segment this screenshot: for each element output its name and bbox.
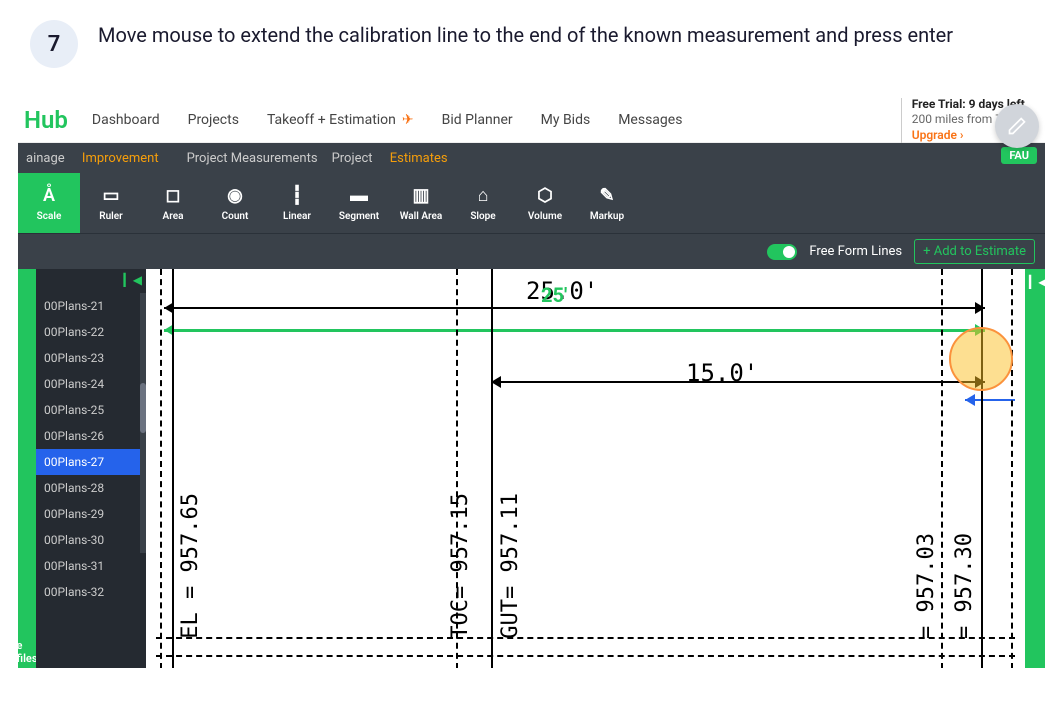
nav-bidplanner[interactable]: Bid Planner [428, 112, 527, 128]
plan-item[interactable]: 00Plans-29 [36, 501, 146, 527]
area-icon: ◻ [166, 185, 181, 207]
plan-item[interactable]: 00Plans-21 [36, 293, 146, 319]
top-nav: Hub Dashboard Projects Takeoff + Estimat… [18, 98, 1045, 143]
volume-icon: ⬡ [537, 185, 553, 207]
plan-item[interactable]: 00Plans-23 [36, 345, 146, 371]
app-screenshot: Hub Dashboard Projects Takeoff + Estimat… [18, 98, 1045, 668]
tool-linear[interactable]: ┇Linear [266, 173, 328, 233]
calibration-line[interactable] [164, 329, 985, 332]
nav-mybids[interactable]: My Bids [527, 112, 605, 128]
tool-segment[interactable]: ▬Segment [328, 173, 390, 233]
tool-markup[interactable]: ✎Markup [576, 173, 638, 233]
vline-0 [160, 269, 162, 668]
plan-item[interactable]: 00Plans-28 [36, 475, 146, 501]
label-toc: TOC= 957.15 [448, 493, 473, 639]
plan-item[interactable]: 00Plans-31 [36, 553, 146, 579]
freeform-toggle[interactable] [767, 244, 797, 260]
tool-volume[interactable]: ⬡Volume [514, 173, 576, 233]
subnav-estimates[interactable]: Project Estimates [332, 151, 462, 166]
action-bar: Free Form Lines + Add to Estimate [18, 233, 1045, 269]
vline-6 [1011, 269, 1013, 668]
calibration-value: 25' [541, 283, 567, 307]
nav-takeoff[interactable]: Takeoff + Estimation✈ [253, 112, 428, 128]
sidebar-collapse-icon[interactable]: ▎◀ [124, 273, 142, 287]
tool-wallarea[interactable]: ▥Wall Area [390, 173, 452, 233]
markup-icon: ✎ [599, 185, 614, 207]
dash-bottom-1 [156, 655, 1015, 657]
label-right-2: = 957.30 [952, 533, 977, 639]
nav-messages[interactable]: Messages [604, 112, 696, 128]
right-green-edge[interactable]: ▎◀ [1025, 269, 1045, 668]
edit-annotation-button[interactable] [995, 104, 1039, 148]
tool-area[interactable]: ◻Area [142, 173, 204, 233]
sub-nav: ainage Improvement Project Measurements … [18, 143, 1045, 173]
nav-projects[interactable]: Projects [174, 112, 253, 128]
plan-item[interactable]: 00Plans-26 [36, 423, 146, 449]
fav-badge[interactable]: FAU [1001, 147, 1037, 164]
linear-icon: ┇ [292, 185, 303, 207]
count-icon: ◉ [227, 185, 243, 207]
vline-3 [491, 269, 493, 668]
dimension-line-15 [491, 381, 985, 383]
slope-icon: ⌂ [478, 185, 489, 207]
label-right-1: = 957.03 [914, 533, 939, 639]
calibration-endpoint-highlight[interactable] [949, 327, 1013, 391]
plan-list: 00Plans-2100Plans-2200Plans-2300Plans-24… [36, 269, 146, 605]
dash-bottom-2 [156, 637, 1015, 639]
segment-icon: ▬ [350, 185, 368, 207]
left-green-edge[interactable]: e files [18, 269, 36, 668]
add-to-estimate-button[interactable]: + Add to Estimate [914, 239, 1035, 264]
plan-item[interactable]: 00Plans-30 [36, 527, 146, 553]
step-number-badge: 7 [30, 20, 78, 68]
drawing-canvas[interactable]: 25.0' 25' 15.0' EL = 957.65 TOC= 957.15 … [146, 269, 1025, 668]
rocket-icon: ✈ [402, 112, 414, 128]
right-collapse-icon[interactable]: ▎◀ [1029, 275, 1045, 289]
step-header: 7 Move mouse to extend the calibration l… [0, 0, 1063, 88]
freeform-label: Free Form Lines [809, 244, 902, 259]
workspace: e files ▎◀ 00Plans-2100Plans-2200Plans-2… [18, 269, 1045, 668]
label-el: EL = 957.65 [178, 493, 203, 639]
tool-count[interactable]: ◉Count [204, 173, 266, 233]
vline-4 [941, 269, 943, 668]
tool-ruler[interactable]: ▭Ruler [80, 173, 142, 233]
vline-1 [172, 269, 174, 668]
tool-slope[interactable]: ⌂Slope [452, 173, 514, 233]
subnav-measurements[interactable]: Project Measurements [187, 151, 318, 166]
tool-scale[interactable]: ÅScale [18, 173, 80, 233]
logo[interactable]: Hub [24, 106, 68, 134]
label-gut: GUT= 957.11 [498, 493, 523, 639]
wallarea-icon: ▥ [412, 185, 429, 207]
step-instruction: Move mouse to extend the calibration lin… [98, 20, 953, 50]
subnav-drainage[interactable]: ainage Improvement [26, 151, 173, 166]
blue-arrow [965, 399, 1015, 401]
plan-item[interactable]: 00Plans-24 [36, 371, 146, 397]
scale-icon: Å [43, 185, 55, 207]
plan-item[interactable]: 00Plans-25 [36, 397, 146, 423]
plan-item[interactable]: 00Plans-22 [36, 319, 146, 345]
plan-item[interactable]: 00Plans-27 [36, 449, 146, 475]
ruler-icon: ▭ [102, 185, 119, 207]
plans-sidebar: ▎◀ 00Plans-2100Plans-2200Plans-2300Plans… [36, 269, 146, 668]
plan-item[interactable]: 00Plans-32 [36, 579, 146, 605]
tool-toolbar: ÅScale ▭Ruler ◻Area ◉Count ┇Linear ▬Segm… [18, 173, 1045, 233]
nav-dashboard[interactable]: Dashboard [78, 112, 174, 128]
dimension-line-25 [164, 307, 985, 309]
